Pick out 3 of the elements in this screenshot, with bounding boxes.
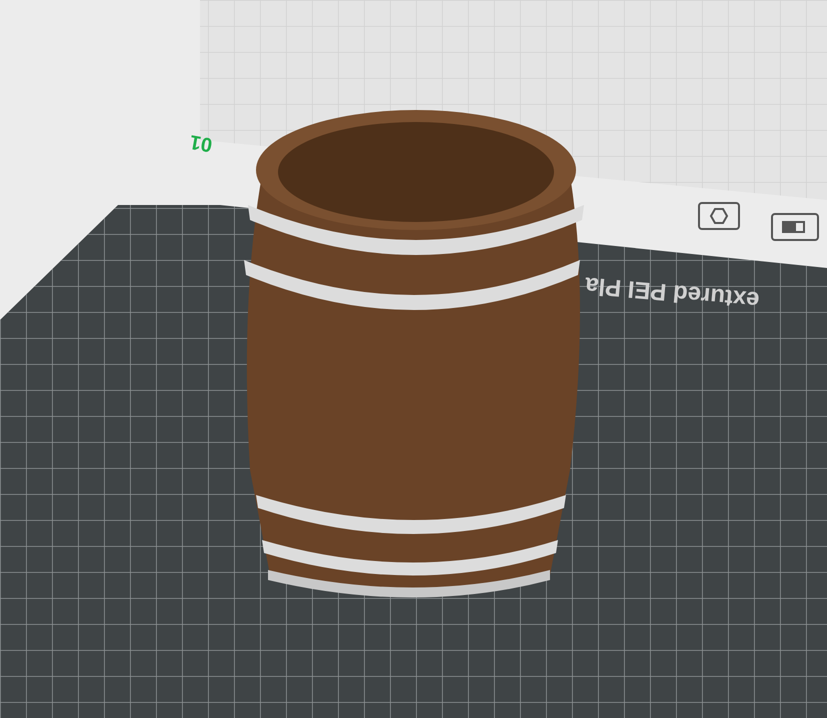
plate-number: 01 [188,129,215,158]
plate-type-label: extured PEI Pla [584,270,761,316]
device-icon[interactable] [770,212,820,242]
